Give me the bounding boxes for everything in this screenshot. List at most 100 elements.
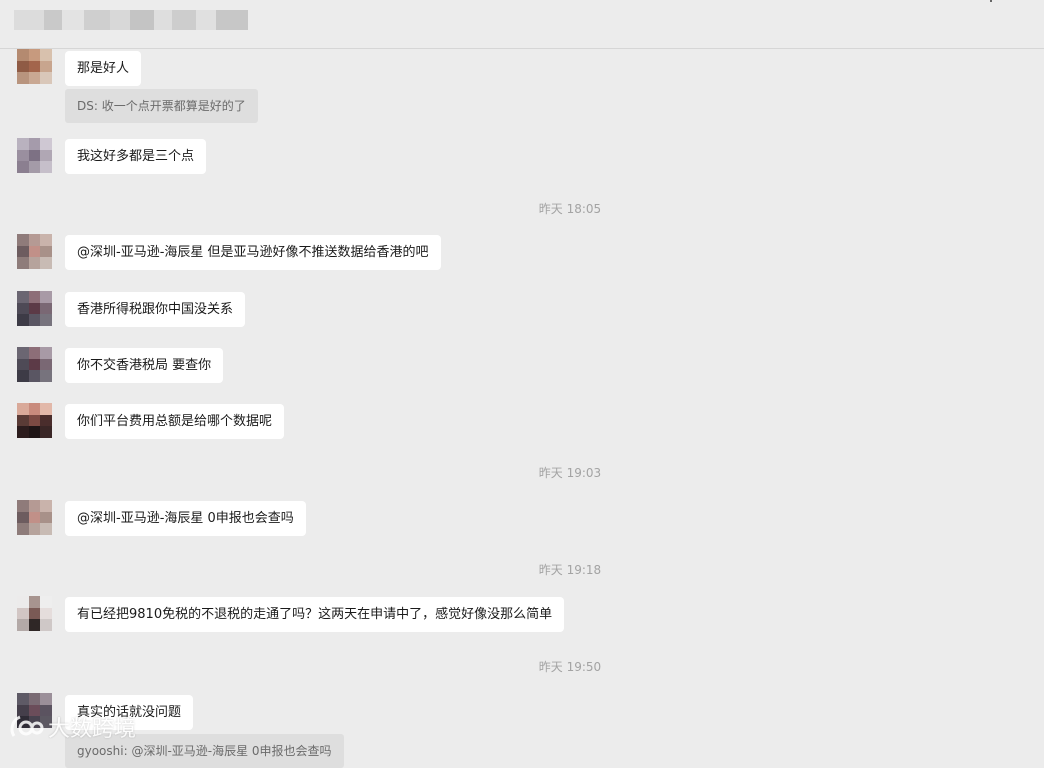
avatar-pixel — [40, 403, 52, 415]
avatar-pixel — [40, 596, 52, 608]
avatar-pixel — [28, 370, 41, 382]
avatar-pixel — [28, 426, 41, 438]
avatar-pixel — [40, 607, 52, 620]
avatar[interactable] — [17, 500, 52, 535]
avatar-pixel — [17, 414, 29, 427]
avatar-pixel — [28, 149, 41, 162]
avatar-pixel — [17, 607, 29, 620]
avatar[interactable] — [17, 291, 52, 326]
avatar-pixel — [17, 234, 29, 246]
message-bubble[interactable]: @深圳-亚马逊-海辰星 0申报也会查吗 — [65, 501, 306, 536]
avatar[interactable] — [17, 403, 52, 438]
avatar-pixel — [17, 245, 29, 258]
avatar-pixel — [40, 511, 52, 524]
avatar-pixel — [40, 347, 52, 359]
avatar-pixel — [17, 49, 29, 61]
avatar-pixel — [40, 60, 52, 73]
avatar-pixel — [40, 619, 52, 631]
avatar-pixel — [40, 149, 52, 162]
avatar-pixel — [17, 138, 29, 150]
watermark: 大数跨境 — [8, 711, 136, 743]
avatar-pixel — [40, 161, 52, 173]
avatar-pixel — [28, 596, 41, 608]
avatar-pixel — [28, 161, 41, 173]
avatar-pixel — [28, 314, 41, 326]
avatar-pixel — [17, 60, 29, 73]
timestamp: 昨天 19:50 — [538, 660, 602, 674]
avatar-pixel — [17, 302, 29, 315]
timestamp: 昨天 18:05 — [538, 202, 602, 216]
avatar-pixel — [28, 245, 41, 258]
avatar-pixel — [17, 619, 29, 631]
avatar-pixel — [40, 245, 52, 258]
avatar-pixel — [40, 291, 52, 303]
message-bubble[interactable]: 你不交香港税局 要查你 — [65, 348, 224, 383]
avatar[interactable] — [17, 49, 52, 84]
avatar[interactable] — [17, 596, 52, 631]
avatar-pixel — [28, 511, 41, 524]
avatar-pixel — [17, 426, 29, 438]
avatar-pixel — [28, 500, 41, 512]
avatar-pixel — [28, 347, 41, 359]
avatar-pixel — [17, 370, 29, 382]
avatar-pixel — [28, 523, 41, 535]
message-bubble[interactable]: 我这好多都是三个点 — [65, 139, 207, 174]
avatar-pixel — [17, 291, 29, 303]
avatar-pixel — [17, 257, 29, 269]
avatar-pixel — [28, 49, 41, 61]
avatar-pixel — [40, 414, 52, 427]
avatar-pixel — [28, 403, 41, 415]
avatar-pixel — [28, 257, 41, 269]
timestamp: 昨天 19:03 — [538, 466, 602, 480]
message-bubble[interactable]: @深圳-亚马逊-海辰星 但是亚马逊好像不推送数据给香港的吧 — [65, 235, 441, 270]
header-mark — [990, 0, 992, 2]
avatar-pixel — [28, 302, 41, 315]
avatar-pixel — [17, 347, 29, 359]
message-list[interactable]: 那是好人 DS: 收一个点开票都算是好的了 我这好多都是三个点 昨天 18:05… — [0, 49, 1044, 768]
avatar-pixel — [17, 693, 29, 705]
avatar-pixel — [40, 370, 52, 382]
avatar-pixel — [40, 49, 52, 61]
avatar-pixel — [40, 314, 52, 326]
avatar-pixel — [40, 302, 52, 315]
avatar-pixel — [40, 234, 52, 246]
message-bubble[interactable]: 有已经把9810免税的不退税的走通了吗？这两天在申请中了，感觉好像没那么简单 — [65, 597, 565, 632]
avatar-pixel — [40, 138, 52, 150]
message-bubble[interactable]: 香港所得税跟你中国没关系 — [65, 292, 246, 327]
avatar-pixel — [28, 60, 41, 73]
avatar-pixel — [17, 358, 29, 371]
avatar-pixel — [17, 500, 29, 512]
avatar-pixel — [40, 72, 52, 84]
avatar[interactable] — [17, 138, 52, 173]
avatar-pixel — [17, 403, 29, 415]
avatar-pixel — [40, 358, 52, 371]
avatar-pixel — [28, 138, 41, 150]
avatar[interactable] — [17, 347, 52, 382]
avatar-pixel — [17, 523, 29, 535]
message-bubble[interactable]: 你们平台费用总额是给哪个数据呢 — [65, 404, 285, 439]
avatar-pixel — [17, 596, 29, 608]
avatar-pixel — [40, 523, 52, 535]
avatar-pixel — [28, 72, 41, 84]
avatar-pixel — [28, 358, 41, 371]
avatar-pixel — [28, 607, 41, 620]
avatar-pixel — [17, 511, 29, 524]
avatar-pixel — [28, 234, 41, 246]
avatar[interactable] — [17, 234, 52, 269]
watermark-logo-icon — [8, 712, 44, 742]
avatar-pixel — [17, 161, 29, 173]
avatar-pixel — [28, 619, 41, 631]
chat-header — [0, 0, 1044, 49]
avatar-pixel — [40, 693, 52, 705]
avatar-pixel — [28, 414, 41, 427]
avatar-pixel — [17, 314, 29, 326]
timestamp: 昨天 19:18 — [538, 563, 602, 577]
avatar-pixel — [17, 149, 29, 162]
watermark-text: 大数跨境 — [48, 717, 137, 742]
message-bubble[interactable]: 那是好人 — [65, 51, 142, 86]
avatar-pixel — [40, 426, 52, 438]
avatar-pixel — [28, 291, 41, 303]
avatar-pixel — [40, 500, 52, 512]
chat-title-blurred — [14, 10, 248, 30]
quoted-reply[interactable]: DS: 收一个点开票都算是好的了 — [65, 89, 258, 123]
